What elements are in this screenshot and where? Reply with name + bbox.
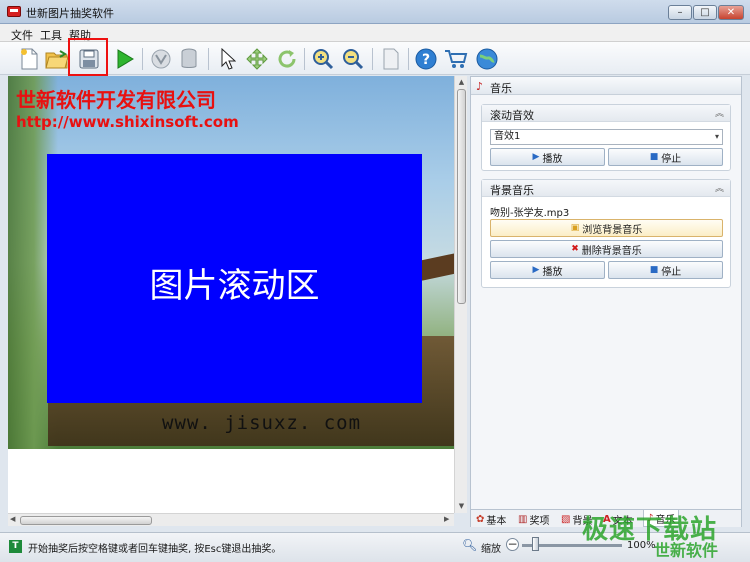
help-icon[interactable]: ? (413, 46, 439, 72)
bg-music-stop-button[interactable]: ■ 停止 (608, 261, 723, 279)
menu-file[interactable]: 文件 (11, 27, 33, 43)
panel-header: ♪ 音乐 (471, 77, 741, 95)
image-scroll-area[interactable]: 图片滚动区 (47, 154, 422, 403)
save-highlight-box (68, 38, 108, 76)
company-url: http://www.shixinsoft.com (16, 113, 239, 131)
close-button[interactable]: ✕ (718, 5, 744, 20)
canvas-blank-area (8, 449, 454, 513)
tab-prizes[interactable]: ▥ 奖项 (518, 512, 549, 527)
scroll-sound-group: 滚动音效 ︽ 音效1 ▾ ▶ 播放 ■ 停止 (481, 104, 731, 171)
move-icon[interactable] (244, 46, 270, 72)
panel-title: 音乐 (490, 82, 512, 95)
zoom-label: 缩放 (481, 544, 501, 555)
tab-basic[interactable]: ✿ 基本 (476, 512, 506, 527)
zoom-slider-thumb[interactable] (532, 537, 539, 551)
play-icon: ▶ (532, 152, 540, 162)
title-bar: 世新图片抽奖软件 – □ ✕ (0, 0, 750, 24)
delete-icon: ✖ (571, 244, 579, 254)
pointer-icon[interactable] (214, 46, 240, 72)
stop-label: 停止 (661, 153, 682, 165)
app-icon (7, 6, 21, 17)
sound-effect-select[interactable]: 音效1 ▾ (490, 129, 723, 145)
bg-music-header[interactable]: 背景音乐 ︽ (482, 180, 730, 197)
database-icon[interactable] (176, 46, 202, 72)
minimize-button[interactable]: – (668, 5, 692, 20)
properties-panel: ♪ 音乐 滚动音效 ︽ 音效1 ▾ ▶ 播放 ■ 停止 背景音乐 ︽ 吻别-张学… (470, 76, 742, 527)
browse-music-button[interactable]: ▣ 浏览背景音乐 (490, 219, 723, 237)
magnifier-icon: 🔍︎ (462, 538, 478, 552)
chevron-down-icon: ▾ (714, 132, 719, 141)
open-folder-icon[interactable] (44, 46, 70, 72)
info-icon: T (9, 540, 22, 553)
scroll-sound-stop-button[interactable]: ■ 停止 (608, 148, 723, 166)
menu-bar: 文件 工具 帮助 (0, 24, 750, 42)
filter-icon[interactable] (148, 46, 174, 72)
horizontal-scrollbar[interactable]: ◀ ▶ (8, 513, 454, 526)
page-icon[interactable] (378, 46, 404, 72)
scroll-sound-title: 滚动音效 (490, 109, 534, 122)
toolbar: ? (0, 42, 750, 75)
refresh-icon[interactable] (274, 46, 300, 72)
preview-canvas[interactable]: 世新软件开发有限公司 http://www.shixinsoft.com 图片滚… (8, 76, 454, 449)
vertical-scroll-thumb[interactable] (457, 89, 466, 304)
folder-icon: ▣ (570, 223, 580, 233)
tab-label: 奖项 (529, 516, 550, 527)
bg-music-title: 背景音乐 (490, 184, 534, 197)
zoom-minus-button[interactable]: − (506, 538, 519, 551)
status-message: 开始抽奖后按空格键或者回车键抽奖, 按Esc键退出抽奖。 (28, 544, 282, 555)
collapse-icon[interactable]: ︽ (715, 106, 724, 119)
music-file-name: 吻别-张学友.mp3 (490, 208, 570, 219)
window-title: 世新图片抽奖软件 (26, 7, 114, 20)
bg-music-group: 背景音乐 ︽ 吻别-张学友.mp3 ▣ 浏览背景音乐 ✖ 删除背景音乐 ▶ 播放… (481, 179, 731, 288)
image-scroll-area-label: 图片滚动区 (149, 266, 320, 306)
stop-icon: ■ (649, 265, 659, 275)
new-icon[interactable] (16, 46, 42, 72)
horizontal-scroll-thumb[interactable] (20, 516, 152, 525)
vertical-scrollbar[interactable]: ▲ ▼ (454, 76, 467, 513)
company-name: 世新软件开发有限公司 (16, 88, 216, 112)
scroll-sound-play-button[interactable]: ▶ 播放 (490, 148, 605, 166)
zoom-in-icon[interactable] (310, 46, 336, 72)
play-label: 播放 (542, 266, 563, 278)
gear-icon: ✿ (476, 514, 485, 525)
delete-music-button[interactable]: ✖ 删除背景音乐 (490, 240, 723, 258)
zoom-out-icon[interactable] (340, 46, 366, 72)
tab-label: 基本 (486, 516, 507, 527)
image-icon: ▧ (561, 514, 571, 525)
stop-icon: ■ (649, 152, 659, 162)
prize-icon: ▥ (518, 514, 528, 525)
play-icon: ▶ (532, 265, 540, 275)
bg-music-play-button[interactable]: ▶ 播放 (490, 261, 605, 279)
browse-label: 浏览背景音乐 (582, 224, 643, 236)
sound-effect-value: 音效1 (494, 131, 521, 142)
delete-label: 删除背景音乐 (581, 245, 642, 257)
svg-text:?: ? (422, 52, 430, 68)
globe-icon[interactable] (474, 46, 500, 72)
brand-sub-watermark: 世新软件 (654, 541, 719, 560)
play-label: 播放 (542, 153, 563, 165)
collapse-icon[interactable]: ︽ (715, 181, 724, 194)
site-watermark: www. jisuxz. com (162, 412, 362, 434)
play-icon[interactable] (112, 46, 138, 72)
music-note-icon: ♪ (476, 80, 484, 93)
menu-tools[interactable]: 工具 (40, 27, 62, 43)
cart-icon[interactable] (443, 46, 469, 72)
stop-label: 停止 (661, 266, 682, 278)
scroll-sound-header[interactable]: 滚动音效 ︽ (482, 105, 730, 122)
maximize-button[interactable]: □ (693, 5, 717, 20)
